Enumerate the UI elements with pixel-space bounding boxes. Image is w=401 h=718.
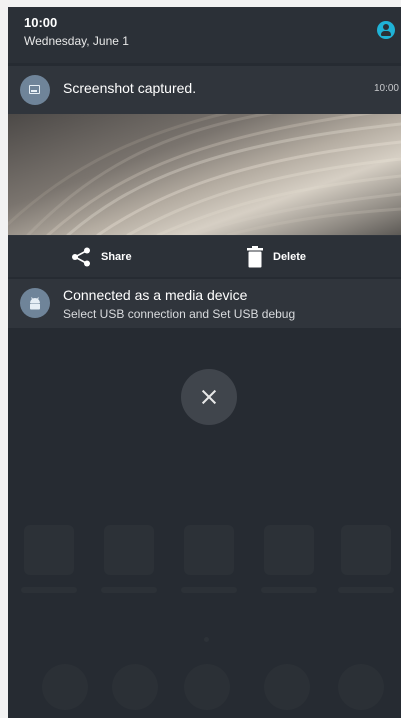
- home-page-indicator: [204, 637, 209, 642]
- usb-notification-subtitle: Select USB connection and Set USB debug: [63, 307, 296, 321]
- home-app-label: [261, 587, 317, 593]
- dock-app-icon: [112, 664, 158, 710]
- image-icon: [20, 75, 50, 105]
- screenshot-preview-image[interactable]: [8, 114, 401, 235]
- status-header: 10:00 Wednesday, June 1: [8, 7, 401, 63]
- home-app-icon: [264, 525, 314, 575]
- home-app-icon: [24, 525, 74, 575]
- clock-time: 10:00: [24, 15, 58, 30]
- home-app-label: [181, 587, 237, 593]
- home-app-label: [21, 587, 77, 593]
- dock-app-icon: [42, 664, 88, 710]
- screenshot-notification-time: 10:00: [373, 83, 399, 94]
- dock-app-icon: [264, 664, 310, 710]
- share-icon: [72, 247, 90, 266]
- current-date[interactable]: Wednesday, June 1: [24, 34, 129, 48]
- image-icon-glyph: [29, 85, 40, 94]
- home-app-icon: [184, 525, 234, 575]
- share-label: Share: [101, 250, 132, 263]
- screenshot-notification-title: Screenshot captured.: [63, 80, 197, 96]
- screenshot-notification[interactable]: Screenshot captured. 10:00 Share Delete: [8, 66, 401, 277]
- dock-app-icon: [338, 664, 384, 710]
- home-app-label: [101, 587, 157, 593]
- delete-label: Delete: [273, 250, 307, 263]
- android-icon: [20, 288, 50, 318]
- delete-button[interactable]: Delete: [246, 236, 306, 277]
- notification-shade: 10:00 Wednesday, June 1 Screenshot captu…: [8, 7, 401, 718]
- trash-icon: [247, 245, 263, 267]
- home-app-icon: [341, 525, 391, 575]
- usb-notification[interactable]: Connected as a media device Select USB c…: [8, 279, 401, 328]
- android-icon-glyph: [30, 297, 40, 310]
- share-button[interactable]: Share: [70, 236, 132, 277]
- dock-app-icon: [184, 664, 230, 710]
- usb-notification-title: Connected as a media device: [63, 287, 248, 303]
- home-app-label: [338, 587, 394, 593]
- screenshot-actions: Share Delete: [8, 236, 401, 277]
- dismiss-all-button[interactable]: [181, 369, 237, 425]
- account-circle-icon[interactable]: [377, 21, 395, 39]
- home-app-icon: [104, 525, 154, 575]
- preview-texture: [8, 114, 401, 235]
